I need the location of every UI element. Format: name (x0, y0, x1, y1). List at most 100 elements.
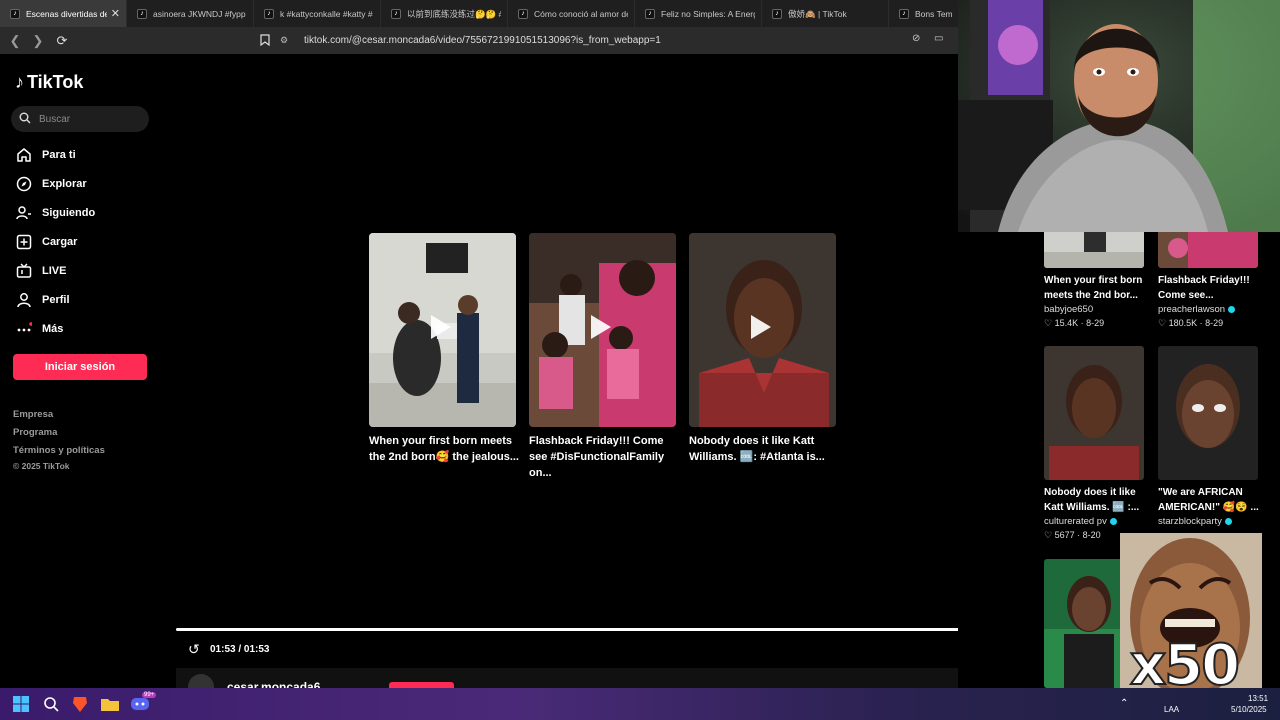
address-bar[interactable]: ⚙ tiktok.com/@cesar.moncada6/video/75567… (280, 31, 900, 50)
cast-icon[interactable]: ▭ (934, 33, 943, 44)
language-indicator[interactable]: LAA (1164, 705, 1179, 714)
sidebar-item-cargar[interactable]: Cargar (15, 232, 77, 252)
progress-bar[interactable] (176, 628, 1028, 631)
video-thumbnail[interactable] (1158, 346, 1258, 480)
footer-link-empresa[interactable]: Empresa (13, 409, 53, 420)
related-video-title: "We are AFRICAN AMERICAN!" 🥰😵 ... (1158, 487, 1259, 513)
sidebar-item-label: Perfil (42, 294, 70, 306)
browser-tab[interactable]: ♪ asinoera JKWNDJ #fypp # (127, 0, 254, 27)
tab-title: 傲娇🙈 | TikTok (788, 8, 847, 19)
author-label: culturerated pv (1044, 516, 1107, 527)
windows-start-icon[interactable] (11, 694, 31, 714)
video-player: When your first born meets the 2nd born🥰… (165, 54, 1033, 688)
search-icon (19, 112, 31, 127)
sidebar-item-label: Para ti (42, 149, 76, 161)
related-video[interactable]: Nobody does it like Katt Williams. 🆒 :..… (1044, 346, 1154, 541)
browser-tab[interactable]: ♪ 傲娇🙈 | TikTok (762, 0, 889, 27)
sidebar-item-para-ti[interactable]: Para ti (15, 145, 76, 165)
browser-toolbar: ❮ ❯ ⟳ ⚙ tiktok.com/@cesar.moncada6/video… (0, 27, 958, 54)
browser-tab[interactable]: ♪ 以前到底练没练过🤔🤔 # (381, 0, 508, 27)
tiktok-note-icon: ♪ (15, 72, 24, 92)
live-icon (15, 262, 33, 280)
related-video-author[interactable]: culturerated pv (1044, 516, 1154, 527)
sidebar-item-live[interactable]: LIVE (15, 261, 66, 281)
back-icon[interactable]: ❮ (5, 31, 25, 51)
tab-title: Bons Tempos (915, 8, 952, 19)
copyright: © 2025 TikTok (13, 461, 70, 471)
verified-badge-icon (1224, 518, 1232, 525)
bookmark-icon[interactable] (257, 32, 273, 48)
browser-tab[interactable]: ♪ Feliz no Simples: A Energi (635, 0, 762, 27)
media-icon[interactable]: ⊘ (912, 33, 920, 44)
video-thumbnail[interactable] (369, 233, 516, 427)
recommended-video[interactable]: Nobody does it like Katt Williams. 🆒: #A… (689, 233, 836, 465)
url-text: tiktok.com/@cesar.moncada6/video/7556721… (304, 35, 661, 46)
video-thumbnail[interactable] (689, 233, 836, 427)
following-icon (15, 204, 33, 222)
tiktok-logo[interactable]: ♪ TikTok (15, 72, 83, 93)
browser-tab[interactable]: ♪ Bons Tempos (889, 0, 958, 27)
sidebar-item-label: Siguiendo (42, 207, 96, 219)
search-input[interactable] (39, 113, 139, 125)
sidebar-item-perfil[interactable]: Perfil (15, 290, 70, 310)
sidebar-item-label: Explorar (42, 178, 87, 190)
search-icon[interactable] (41, 694, 61, 714)
browser-tab[interactable]: ♪ Escenas divertidas de ✕ (0, 0, 127, 27)
avatar[interactable] (188, 674, 214, 688)
author-label: starzblockparty (1158, 516, 1222, 527)
sidebar-item-mas[interactable]: Más (15, 319, 63, 339)
related-video[interactable]: "We are AFRICAN AMERICAN!" 🥰😵 ... starzb… (1158, 346, 1268, 527)
video-thumbnail[interactable] (1044, 346, 1144, 480)
recommended-video[interactable]: Flashback Friday!!! Come see #DisFunctio… (529, 233, 676, 481)
sidebar-item-label: Cargar (42, 236, 78, 248)
file-explorer-icon[interactable] (100, 694, 120, 714)
footer-link-terminos[interactable]: Términos y políticas (13, 445, 105, 456)
tiktok-favicon-icon: ♪ (518, 8, 528, 19)
related-video-author[interactable]: starzblockparty (1158, 516, 1268, 527)
logo-text: TikTok (27, 72, 84, 92)
post-date: 8-20 (1082, 530, 1101, 540)
search-box[interactable] (11, 106, 149, 132)
clock-date[interactable]: 5/10/2025 (1231, 705, 1267, 714)
forward-icon[interactable]: ❯ (28, 31, 48, 51)
recommended-video-title: Flashback Friday!!! Come see #DisFunctio… (529, 435, 665, 479)
sidebar: ♪ TikTok Para ti Explorar Siguiendo Carg… (0, 54, 165, 688)
tab-title: asinoera JKWNDJ #fypp # (153, 8, 247, 19)
like-count: 180.5K (1168, 318, 1198, 328)
clock-time[interactable]: 13:51 (1248, 694, 1268, 703)
browser-tab[interactable]: ♪ Cómo conoció al amor de (508, 0, 635, 27)
meme-overlay: x50 (1120, 533, 1262, 708)
brave-browser-icon[interactable] (70, 694, 90, 714)
play-icon (431, 315, 451, 339)
tray-chevron-icon[interactable]: ⌃ (1120, 698, 1128, 709)
replay-icon[interactable]: ↺ (188, 641, 200, 658)
sidebar-item-label: LIVE (42, 265, 67, 277)
taskbar: 99+ ⌃ LAA 13:51 5/10/2025 (0, 688, 1280, 720)
site-info-icon[interactable]: ⚙ (280, 35, 292, 46)
post-date: 8-29 (1205, 318, 1224, 328)
browser-tab[interactable]: ♪ k #kattyconkalle #katty # (254, 0, 381, 27)
close-tab-icon[interactable]: ✕ (111, 7, 120, 20)
related-video-title: Nobody does it like Katt Williams. 🆒 :..… (1044, 487, 1140, 513)
video-thumbnail[interactable] (529, 233, 676, 427)
recommended-video[interactable]: When your first born meets the 2nd born🥰… (369, 233, 519, 465)
related-video-title: Flashback Friday!!! Come see... (1158, 275, 1250, 301)
verified-badge-icon (1228, 306, 1236, 313)
login-button[interactable]: Iniciar sesión (13, 354, 147, 380)
home-icon (15, 146, 33, 164)
reload-icon[interactable]: ⟳ (52, 31, 72, 51)
related-video-author[interactable]: preacherlawson (1158, 304, 1268, 315)
sidebar-item-explorar[interactable]: Explorar (15, 174, 87, 194)
compass-icon (15, 175, 33, 193)
related-video-author[interactable]: babyjoe650 (1044, 304, 1154, 315)
footer-link-programa[interactable]: Programa (13, 427, 57, 438)
tiktok-favicon-icon: ♪ (391, 8, 401, 19)
like-count: 5677 (1054, 530, 1075, 540)
sidebar-item-siguiendo[interactable]: Siguiendo (15, 203, 95, 223)
tab-title: 以前到底练没练过🤔🤔 # (407, 8, 501, 19)
tab-title: Escenas divertidas de (26, 8, 107, 19)
verified-badge-icon (1109, 518, 1117, 525)
author-name[interactable]: cesar.moncada6 (227, 680, 320, 688)
related-video-stats: ♡ 15.4K · 8-29 (1044, 318, 1154, 329)
play-icon (591, 315, 611, 339)
